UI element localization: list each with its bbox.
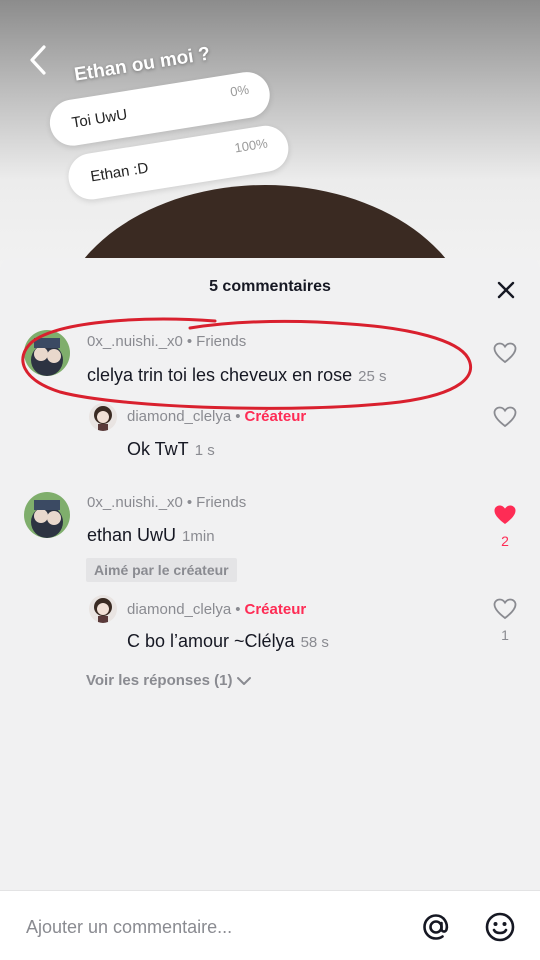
comment-meta: 0x_.nuishi._x0 • Friends: [87, 333, 247, 350]
comment-text: Ok TwT 1 s: [127, 439, 215, 460]
like-count: 2: [501, 533, 509, 549]
poll-option-percent: 100%: [233, 135, 269, 156]
view-replies-label: Voir les réponses (1): [86, 672, 233, 689]
comment-body: Ok TwT: [127, 439, 189, 459]
comment-meta: 0x_.nuishi._x0 • Friends: [87, 494, 247, 511]
like-button[interactable]: 2: [490, 504, 520, 549]
poll-sticker: Ethan ou moi ? Toi UwU 0% Ethan :D 100%: [40, 21, 319, 204]
at-icon: [423, 914, 449, 940]
avatar[interactable]: [89, 595, 117, 623]
creator-tag: Créateur: [244, 408, 307, 425]
creator-tag: Créateur: [244, 601, 307, 618]
emoji-button[interactable]: [482, 909, 518, 945]
poll-option-percent: 0%: [229, 81, 250, 100]
avatar[interactable]: [89, 403, 117, 431]
chevron-down-icon: [237, 676, 252, 685]
close-icon: [497, 281, 515, 299]
comment-time: 1min: [182, 528, 215, 545]
comment-time: 58 s: [300, 634, 329, 651]
username[interactable]: 0x_.nuishi._x0: [87, 494, 183, 511]
poll-option-label: Ethan :D: [89, 159, 150, 186]
comment-body: C bo l’amour ~Clélya: [127, 631, 295, 651]
comment-text: clelya trin toi les cheveux en rose 25 s: [87, 365, 387, 386]
comment-time: 25 s: [358, 368, 387, 385]
avatar[interactable]: [24, 330, 70, 376]
username[interactable]: diamond_clelya: [127, 408, 231, 425]
comment-input[interactable]: [26, 913, 396, 941]
comment-time: 1 s: [194, 442, 215, 459]
emoji-icon: [485, 912, 515, 942]
comment-text: C bo l’amour ~Clélya 58 s: [127, 631, 329, 652]
like-button[interactable]: [490, 342, 520, 369]
avatar[interactable]: [24, 492, 70, 538]
like-button[interactable]: [490, 406, 520, 433]
heart-filled-icon: [494, 505, 516, 524]
heart-outline-icon: [493, 598, 517, 620]
sheet-header: 5 commentaires: [0, 258, 540, 318]
username[interactable]: diamond_clelya: [127, 601, 231, 618]
comment-meta: diamond_clelya • Créateur: [127, 408, 307, 425]
username[interactable]: 0x_.nuishi._x0: [87, 333, 183, 350]
comment-meta: diamond_clelya • Créateur: [127, 601, 307, 618]
mention-button[interactable]: [418, 909, 454, 945]
close-button[interactable]: [492, 276, 520, 304]
comment-body: clelya trin toi les cheveux en rose: [87, 365, 353, 385]
view-replies-button[interactable]: Voir les réponses (1): [86, 672, 252, 689]
comment-body: ethan UwU: [87, 525, 177, 545]
comments-count-title: 5 commentaires: [209, 278, 331, 295]
friends-tag: Friends: [196, 333, 247, 350]
liked-by-creator-badge: Aimé par le créateur: [86, 558, 237, 582]
poll-question: Ethan ou moi ?: [72, 43, 212, 86]
comments-sheet: 5 commentaires 0x_.nuishi._x0 • Friends cl…: [0, 258, 540, 960]
like-count: 1: [501, 627, 509, 643]
heart-outline-icon: [493, 342, 517, 364]
comment-text: ethan UwU 1min: [87, 525, 215, 546]
video-background: Ethan ou moi ? Toi UwU 0% Ethan :D 100%: [0, 0, 540, 300]
friends-tag: Friends: [196, 494, 247, 511]
heart-outline-icon: [493, 406, 517, 428]
like-button[interactable]: 1: [490, 598, 520, 643]
comment-input-bar: [0, 890, 540, 960]
poll-option-label: Toi UwU: [70, 106, 129, 132]
